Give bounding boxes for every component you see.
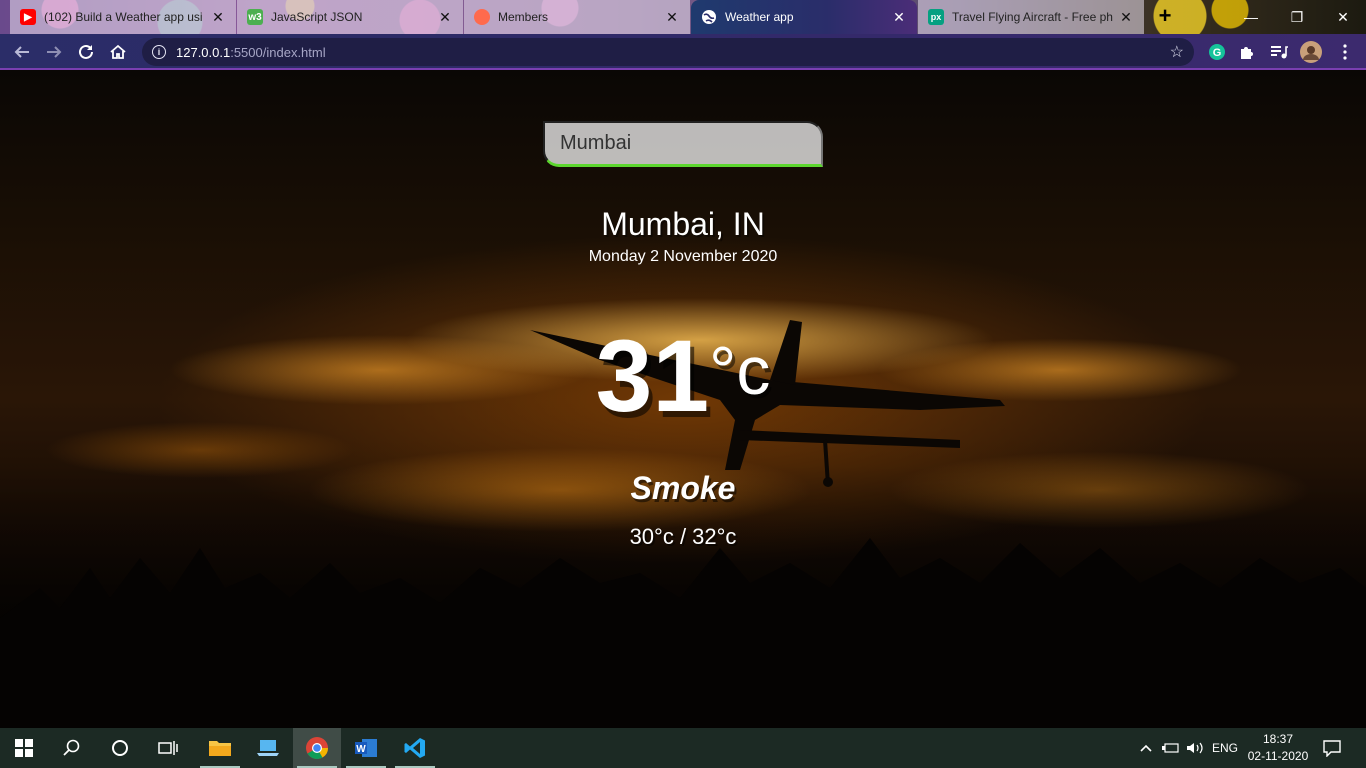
back-arrow-icon <box>14 46 29 58</box>
close-icon[interactable]: ✕ <box>437 9 453 26</box>
location-label: Mumbai, IN <box>601 206 765 242</box>
site-info-icon[interactable]: i <box>152 45 166 59</box>
restore-button[interactable]: ❐ <box>1274 0 1320 34</box>
tab-youtube[interactable]: ▶ (102) Build a Weather app usi ✕ <box>10 0 236 34</box>
media-control-icon[interactable] <box>1268 41 1290 63</box>
members-icon <box>474 9 490 25</box>
pexels-icon: px <box>928 9 944 25</box>
weather-app-page: Mumbai, IN Monday 2 November 2020 31°c S… <box>0 70 1366 728</box>
vscode-button[interactable] <box>391 728 439 768</box>
tab-title: Weather app <box>725 10 794 24</box>
reload-button[interactable] <box>72 38 100 66</box>
close-icon[interactable]: ✕ <box>891 9 907 26</box>
close-icon[interactable]: ✕ <box>1118 9 1134 26</box>
temperature-unit: °c <box>709 333 771 409</box>
browser-toolbar: i 127.0.0.1:5500/index.html ☆ G <box>0 34 1366 70</box>
vscode-icon <box>404 738 425 758</box>
chevron-up-icon <box>1140 744 1152 752</box>
tab-title: Travel Flying Aircraft - Free ph <box>952 10 1113 24</box>
browser-tab-strip: ▶ (102) Build a Weather app usi ✕ w3 Jav… <box>0 0 1366 34</box>
svg-text:G: G <box>1213 47 1222 59</box>
word-button[interactable]: W <box>342 728 390 768</box>
start-button[interactable] <box>0 728 48 768</box>
action-center-button[interactable] <box>1322 728 1342 768</box>
tab-members[interactable]: Members ✕ <box>464 0 690 34</box>
notification-icon <box>1323 740 1341 757</box>
speaker-icon <box>1187 742 1203 754</box>
clock-time: 18:37 <box>1262 732 1294 746</box>
reload-icon <box>79 44 93 59</box>
close-icon[interactable]: ✕ <box>664 9 680 26</box>
tab-weather-app[interactable]: Weather app ✕ <box>691 0 917 34</box>
address-bar[interactable]: i 127.0.0.1:5500/index.html ☆ <box>142 38 1194 66</box>
windows-taskbar: W ENG 18:37 02-11-2020 <box>0 728 1366 768</box>
clock-date: 02-11-2020 <box>1247 749 1309 763</box>
file-explorer-button[interactable] <box>196 728 244 768</box>
current-temperature: 31°c <box>0 318 1366 435</box>
tab-title: (102) Build a Weather app usi <box>44 10 203 24</box>
home-icon <box>110 44 126 59</box>
new-tab-button[interactable]: + <box>1154 5 1176 28</box>
temperature-value: 31 <box>595 319 710 433</box>
date-label: Monday 2 November 2020 <box>588 248 778 265</box>
volume-tray-icon[interactable] <box>1186 728 1204 768</box>
laptop-icon <box>257 740 279 756</box>
chrome-icon <box>306 737 328 759</box>
city-search-input[interactable] <box>543 121 823 167</box>
url-text: 127.0.0.1:5500/index.html <box>176 45 326 60</box>
url-host: 127.0.0.1 <box>176 44 231 60</box>
this-pc-button[interactable] <box>244 728 292 768</box>
close-icon[interactable]: ✕ <box>210 9 226 26</box>
tab-javascript-json[interactable]: w3 JavaScript JSON ✕ <box>237 0 463 34</box>
browser-menu-icon[interactable] <box>1334 41 1356 63</box>
task-view-icon <box>158 741 178 755</box>
word-icon: W <box>355 739 377 757</box>
svg-text:W: W <box>356 744 366 755</box>
search-icon <box>63 739 80 756</box>
grammarly-icon[interactable]: G <box>1206 41 1228 63</box>
bookmark-star-icon[interactable]: ☆ <box>1170 42 1184 62</box>
show-hidden-icons-button[interactable] <box>1140 728 1152 768</box>
forward-arrow-icon <box>47 46 62 58</box>
system-clock[interactable]: 18:37 02-11-2020 <box>1242 731 1314 765</box>
home-button[interactable] <box>104 38 132 66</box>
url-path: :5500/index.html <box>230 44 326 60</box>
battery-tray-icon[interactable] <box>1162 728 1180 768</box>
weather-condition: Smoke <box>630 470 736 506</box>
cortana-circle-icon <box>112 740 128 756</box>
back-button[interactable] <box>8 38 36 66</box>
close-window-button[interactable]: ✕ <box>1320 0 1366 34</box>
search-button[interactable] <box>48 728 96 768</box>
profile-avatar[interactable] <box>1300 41 1322 63</box>
forward-button[interactable] <box>40 38 68 66</box>
min-max-temperature: 30°c / 32°c <box>629 524 737 549</box>
input-language[interactable]: ENG <box>1212 728 1238 768</box>
minimize-button[interactable]: — <box>1228 0 1274 34</box>
folder-icon <box>209 741 231 756</box>
tab-pexels[interactable]: px Travel Flying Aircraft - Free ph ✕ <box>918 0 1144 34</box>
chrome-button[interactable] <box>293 728 341 768</box>
cortana-button[interactable] <box>96 728 144 768</box>
tab-title: Members <box>498 10 549 24</box>
w3schools-icon: w3 <box>247 9 263 25</box>
task-view-button[interactable] <box>144 728 192 768</box>
globe-icon <box>701 9 717 25</box>
windows-logo-icon <box>15 739 33 757</box>
tab-title: JavaScript JSON <box>271 10 363 24</box>
battery-plug-icon <box>1162 743 1179 753</box>
youtube-icon: ▶ <box>20 9 36 25</box>
extensions-puzzle-icon[interactable] <box>1236 41 1258 63</box>
